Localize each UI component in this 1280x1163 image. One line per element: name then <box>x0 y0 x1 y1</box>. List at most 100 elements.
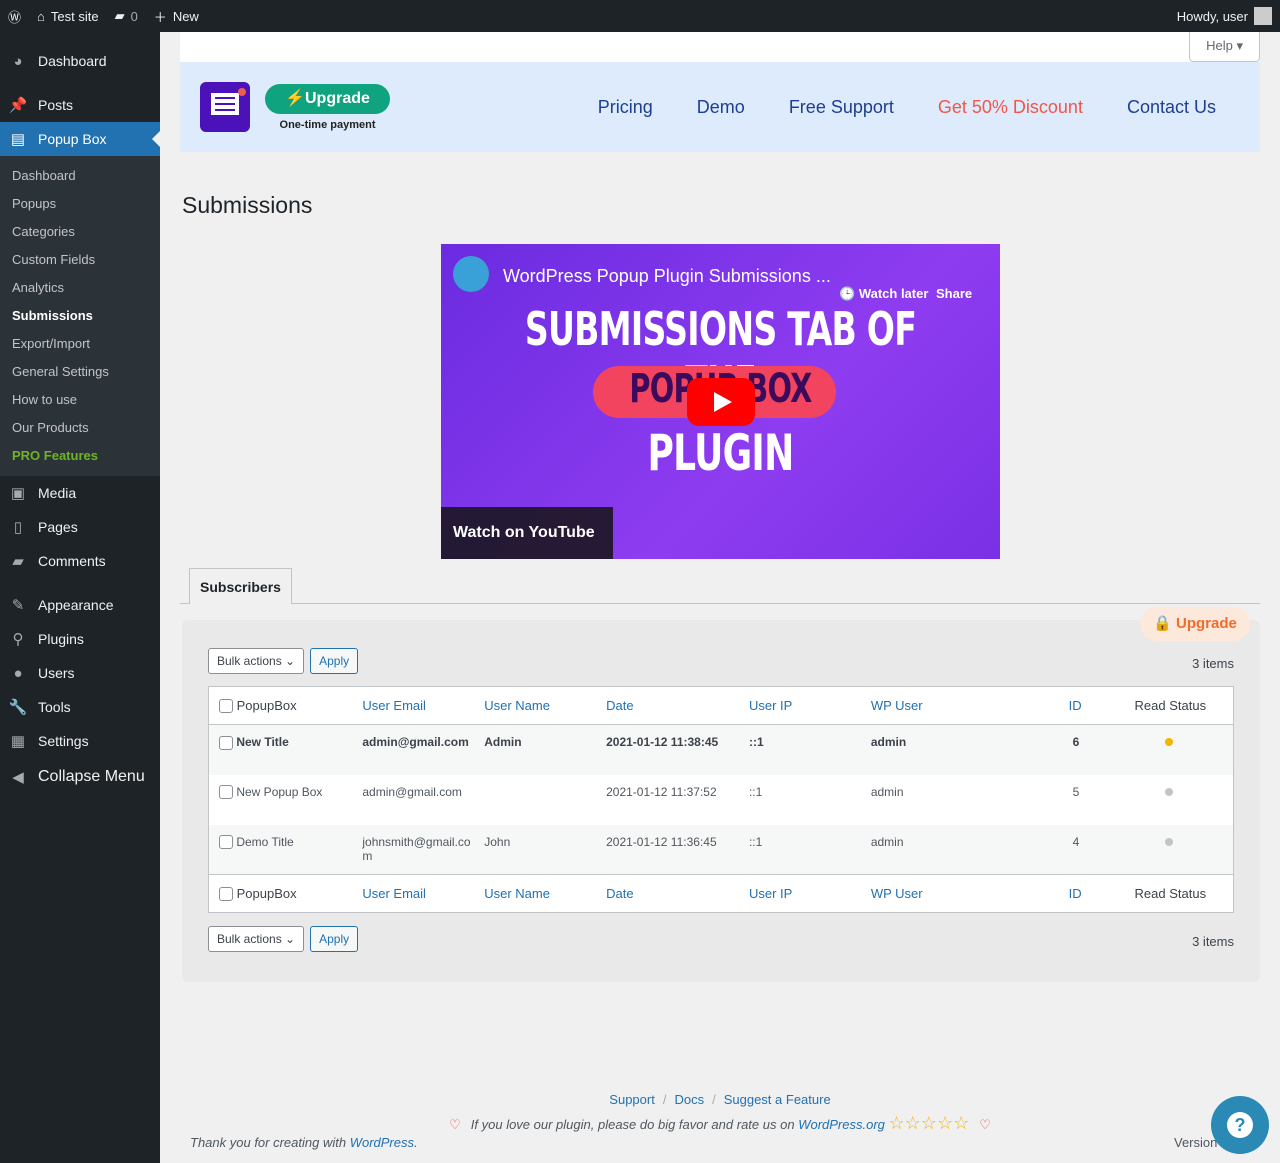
upgrade-button[interactable]: ⚡Upgrade <box>265 83 390 114</box>
cell-title: New Title <box>209 725 359 775</box>
watch-on-youtube-button[interactable]: Watch on YouTube <box>441 507 613 559</box>
star-icon[interactable]: ☆ <box>889 1113 905 1133</box>
table-row[interactable]: New Title admin@gmail.com Admin 2021-01-12 … <box>208 724 1234 775</box>
table-row[interactable]: New Popup Box admin@gmail.com 2021-01-12 1… <box>209 775 1234 825</box>
account-menu[interactable]: Howdy, user <box>1169 0 1280 32</box>
apply-button[interactable]: Apply <box>310 648 359 674</box>
cell-date: 2021-01-12 11:37:52 <box>606 784 717 799</box>
apply-button[interactable]: Apply <box>310 926 359 952</box>
sidebar-item-users[interactable]: ● Users <box>0 656 160 690</box>
site-link[interactable]: ⌂ Test site <box>29 0 107 32</box>
column-header[interactable]: Date <box>602 875 745 913</box>
sidebar-item-popup-box[interactable]: ▤ Popup Box <box>0 122 160 156</box>
nav-free-support[interactable]: Free Support <box>789 97 894 118</box>
column-header[interactable]: User Email <box>358 687 480 725</box>
star-icon[interactable]: ☆ <box>921 1113 937 1133</box>
sidebar-item-appearance[interactable]: ✎ Appearance <box>0 588 160 622</box>
sidebar-item-tools[interactable]: 🔧 Tools <box>0 690 160 724</box>
sidebar-item-dashboard[interactable]: ◕ Dashboard <box>0 44 160 78</box>
wordpress-logo-icon[interactable]: Ⓦ <box>0 0 29 32</box>
share-button[interactable]: Share <box>936 286 972 301</box>
support-link[interactable]: Support <box>609 1092 655 1107</box>
submenu-popups[interactable]: Popups <box>0 190 160 218</box>
nav-discount[interactable]: Get 50% Discount <box>938 97 1083 118</box>
wrench-icon: 🔧 <box>8 699 28 716</box>
submissions-table: PopupBox User Email User Name Date User IP WP… <box>208 686 1234 913</box>
column-header: Read Status <box>1134 886 1207 901</box>
sidebar-item-settings[interactable]: ▦ Settings <box>0 724 160 758</box>
bulk-actions-select[interactable]: Bulk actions ⌄ <box>208 648 305 674</box>
cell-title: New Popup Box <box>209 775 359 825</box>
admin-sidebar: ◕ Dashboard 📌 Posts ▤ Popup Box Dashboard Popup… <box>0 32 160 1163</box>
column-header[interactable]: WP User <box>867 687 1029 725</box>
sidebar-item-comments[interactable]: ▰ Comments <box>0 544 160 578</box>
column-header[interactable]: User Name <box>480 687 602 725</box>
column-header[interactable]: User IP <box>745 875 867 913</box>
submenu-custom-fields[interactable]: Custom Fields <box>0 246 160 274</box>
upgrade-pro-button[interactable]: 🔒 Upgrade <box>1140 607 1250 641</box>
video-title[interactable]: WordPress Popup Plugin Submissions ... <box>503 266 831 287</box>
row-checkbox[interactable] <box>219 835 233 850</box>
help-fab-button[interactable]: ? <box>1211 1096 1269 1154</box>
submenu-analytics[interactable]: Analytics <box>0 274 160 302</box>
sidebar-item-collapse-menu[interactable]: ◀ Collapse Menu <box>0 760 160 794</box>
select-all-checkbox[interactable] <box>219 887 233 902</box>
submenu-general-settings[interactable]: General Settings <box>0 358 160 386</box>
comments-link[interactable]: ▰ 0 <box>107 0 146 32</box>
sidebar-item-label: Media <box>38 485 77 501</box>
items-count: 3 items <box>1192 656 1234 671</box>
nav-pricing[interactable]: Pricing <box>598 97 653 118</box>
row-checkbox[interactable] <box>219 785 233 800</box>
play-button[interactable] <box>687 378 755 426</box>
table-row[interactable]: Demo Title johnsmith@gmail.com John 2021-01… <box>208 824 1234 875</box>
video-embed[interactable]: WordPress Popup Plugin Submissions ... 🕒… <box>441 244 1000 559</box>
wordpress-org-link[interactable]: WordPress.org <box>798 1117 885 1132</box>
new-link[interactable]: ＋ New <box>146 0 207 32</box>
wordpress-link[interactable]: WordPress <box>350 1135 414 1150</box>
bulk-actions-select[interactable]: Bulk actions ⌄ <box>208 926 305 952</box>
column-header[interactable]: User Email <box>358 875 480 913</box>
cell-date: 2021-01-12 11:36:45 <box>606 834 717 849</box>
column-header[interactable]: WP User <box>867 875 1029 913</box>
submenu-pro-features[interactable]: PRO Features <box>0 442 160 470</box>
suggest-feature-link[interactable]: Suggest a Feature <box>724 1092 831 1107</box>
column-header[interactable]: User Name <box>480 875 602 913</box>
column-header[interactable]: User IP <box>745 687 867 725</box>
cell-wp: admin <box>870 784 904 799</box>
submenu-export-import[interactable]: Export/Import <box>0 330 160 358</box>
submenu-dashboard[interactable]: Dashboard <box>0 162 160 190</box>
sidebar-item-plugins[interactable]: ⚲ Plugins <box>0 622 160 656</box>
submenu-how-to-use[interactable]: How to use <box>0 386 160 414</box>
select-all-checkbox[interactable] <box>219 699 233 714</box>
star-icon[interactable]: ☆ <box>905 1113 921 1133</box>
help-button[interactable]: Help ▾ <box>1189 32 1260 62</box>
cell-wp: admin <box>870 834 904 849</box>
submenu-submissions[interactable]: Submissions <box>0 302 160 330</box>
avatar <box>1254 7 1272 25</box>
star-icon[interactable]: ☆ <box>953 1113 969 1133</box>
cell-read-status <box>1131 825 1234 875</box>
tab-subscribers[interactable]: Subscribers <box>189 568 292 604</box>
docs-link[interactable]: Docs <box>674 1092 704 1107</box>
nav-contact[interactable]: Contact Us <box>1127 97 1216 118</box>
plus-icon: ＋ <box>153 9 167 25</box>
column-header[interactable]: ID <box>1029 875 1131 913</box>
bulk-actions-top: Bulk actions ⌄ Apply <box>208 648 359 674</box>
question-icon: ? <box>1227 1112 1253 1138</box>
sidebar-item-label: Appearance <box>38 597 114 613</box>
column-header[interactable]: ID <box>1029 687 1131 725</box>
nav-demo[interactable]: Demo <box>697 97 745 118</box>
watch-later-button[interactable]: 🕒 Watch later <box>839 286 928 302</box>
sidebar-item-posts[interactable]: 📌 Posts <box>0 88 160 122</box>
sidebar-item-pages[interactable]: ▯ Pages <box>0 510 160 544</box>
sidebar-item-media[interactable]: ▣ Media <box>0 476 160 510</box>
column-header[interactable]: Date <box>602 687 745 725</box>
sidebar-item-label: Comments <box>38 553 106 569</box>
row-checkbox[interactable] <box>219 735 233 750</box>
submenu-our-products[interactable]: Our Products <box>0 414 160 442</box>
star-icon[interactable]: ☆ <box>937 1113 953 1133</box>
popup-icon: ▤ <box>10 131 26 148</box>
cell-email: johnsmith@gmail.com <box>362 834 471 863</box>
cell-name <box>480 775 602 825</box>
submenu-categories[interactable]: Categories <box>0 218 160 246</box>
